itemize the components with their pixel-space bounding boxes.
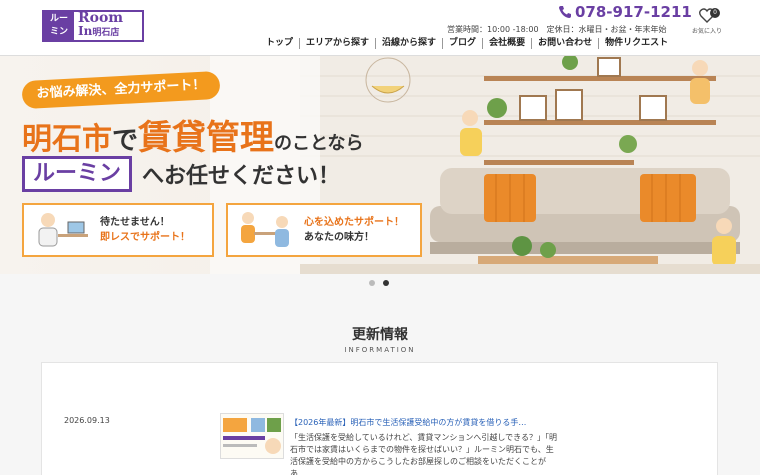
card1-line2: 即レスでサポート！ bbox=[100, 232, 190, 243]
phone-number: 078-917-1211 bbox=[575, 3, 692, 21]
info-list: 2026.09.13 【2026年最新】明石市で生活保護受給中の方が賃貸を借りる… bbox=[41, 362, 718, 475]
main-nav: トップ エリアから探す 沿線から探す ブログ 会社概要 お問い合わせ 物件リクエ… bbox=[260, 38, 674, 49]
hero-slide[interactable]: お悩み解決、全力サポート！ 明石市で賃貸管理のことなら ルーミン へお任せくださ… bbox=[0, 56, 760, 274]
nav-item-company[interactable]: 会社概要 bbox=[482, 38, 531, 49]
info-section-subtitle: INFORMATION bbox=[344, 346, 416, 354]
site-logo[interactable]: ルー ミン Room In明石店 bbox=[42, 10, 144, 42]
favorites-count-badge: 0 bbox=[710, 8, 720, 18]
nav-item-request[interactable]: 物件リクエスト bbox=[598, 38, 674, 49]
nav-item-top[interactable]: トップ bbox=[260, 38, 299, 49]
favorites-button[interactable]: 0 お気に入り bbox=[690, 8, 724, 35]
card1-line1: 待たせません！ bbox=[100, 217, 170, 228]
logo-mark: ルー ミン bbox=[44, 12, 74, 40]
staff-at-desk-illustration bbox=[38, 213, 88, 247]
hero-headline-city: 明石市 bbox=[22, 122, 112, 157]
news-excerpt: 「生活保護を受給しているけれど、賃貸マンションへ引越しできる？」「明石市では家賃… bbox=[290, 433, 557, 475]
nav-item-area[interactable]: エリアから探す bbox=[299, 38, 375, 49]
feature-card-quick-response-text: 待たせません！ 即レスでサポート！ bbox=[100, 215, 190, 245]
feature-card-quick-response: 待たせません！ 即レスでサポート！ bbox=[22, 203, 214, 257]
logo-in-line: In明石店 bbox=[78, 25, 142, 40]
news-thumbnail-image bbox=[221, 414, 283, 458]
card2-line2: あなたの味方！ bbox=[304, 232, 374, 243]
favorites-label: お気に入り bbox=[691, 28, 722, 35]
slider-pagination bbox=[369, 280, 389, 286]
logo-wordmark: Room In明石店 bbox=[74, 11, 142, 40]
hero-headline-de: で bbox=[112, 126, 139, 156]
logo-branch-text: 明石店 bbox=[92, 28, 120, 38]
news-thumbnail[interactable] bbox=[220, 413, 284, 459]
business-hours: 営業時間：10:00 -18:00 定休日：水曜日・お盆・年末年始 bbox=[447, 25, 667, 34]
nav-item-line[interactable]: 沿線から探す bbox=[375, 38, 442, 49]
logo-in-text: In bbox=[78, 24, 93, 38]
feature-card-heartfelt-support: 心を込めたサポート！ あなたの味方！ bbox=[226, 203, 422, 257]
hero-headline-main: 賃貸管理 bbox=[138, 118, 275, 158]
logo-mark-top: ルー bbox=[49, 14, 68, 24]
phone-icon bbox=[559, 6, 571, 18]
slider-dot-2[interactable] bbox=[383, 280, 389, 286]
consultation-illustration bbox=[241, 212, 289, 247]
slider-dot-1[interactable] bbox=[369, 280, 375, 286]
phone-link[interactable]: 078-917-1211 bbox=[558, 3, 692, 21]
site-header: ルー ミン Room In明石店 078-917-1211 営業時間：10:00… bbox=[0, 0, 760, 56]
card2-line1: 心を込めたサポート！ bbox=[304, 217, 404, 228]
hero-brand-box: ルーミン bbox=[22, 156, 133, 192]
hero-headline-line1: 明石市で賃貸管理のことなら bbox=[22, 110, 363, 159]
logo-mark-bottom: ミン bbox=[49, 27, 68, 37]
news-title-link[interactable]: 【2026年最新】明石市で生活保護受給中の方が賃貸を借りる手… bbox=[290, 417, 526, 428]
news-date: 2026.09.13 bbox=[64, 416, 110, 425]
hero-headline-cta: へお任せください！ bbox=[142, 164, 341, 189]
nav-item-contact[interactable]: お問い合わせ bbox=[531, 38, 598, 49]
hero-headline-line2: ルーミン へお任せください！ bbox=[22, 156, 340, 192]
nav-item-blog[interactable]: ブログ bbox=[442, 38, 482, 49]
feature-card-heartfelt-support-text: 心を込めたサポート！ あなたの味方！ bbox=[304, 215, 404, 245]
info-section-title: 更新情報 bbox=[352, 327, 408, 343]
hero-headline-tail: のことなら bbox=[274, 133, 364, 154]
heart-icon: 0 bbox=[698, 8, 720, 24]
